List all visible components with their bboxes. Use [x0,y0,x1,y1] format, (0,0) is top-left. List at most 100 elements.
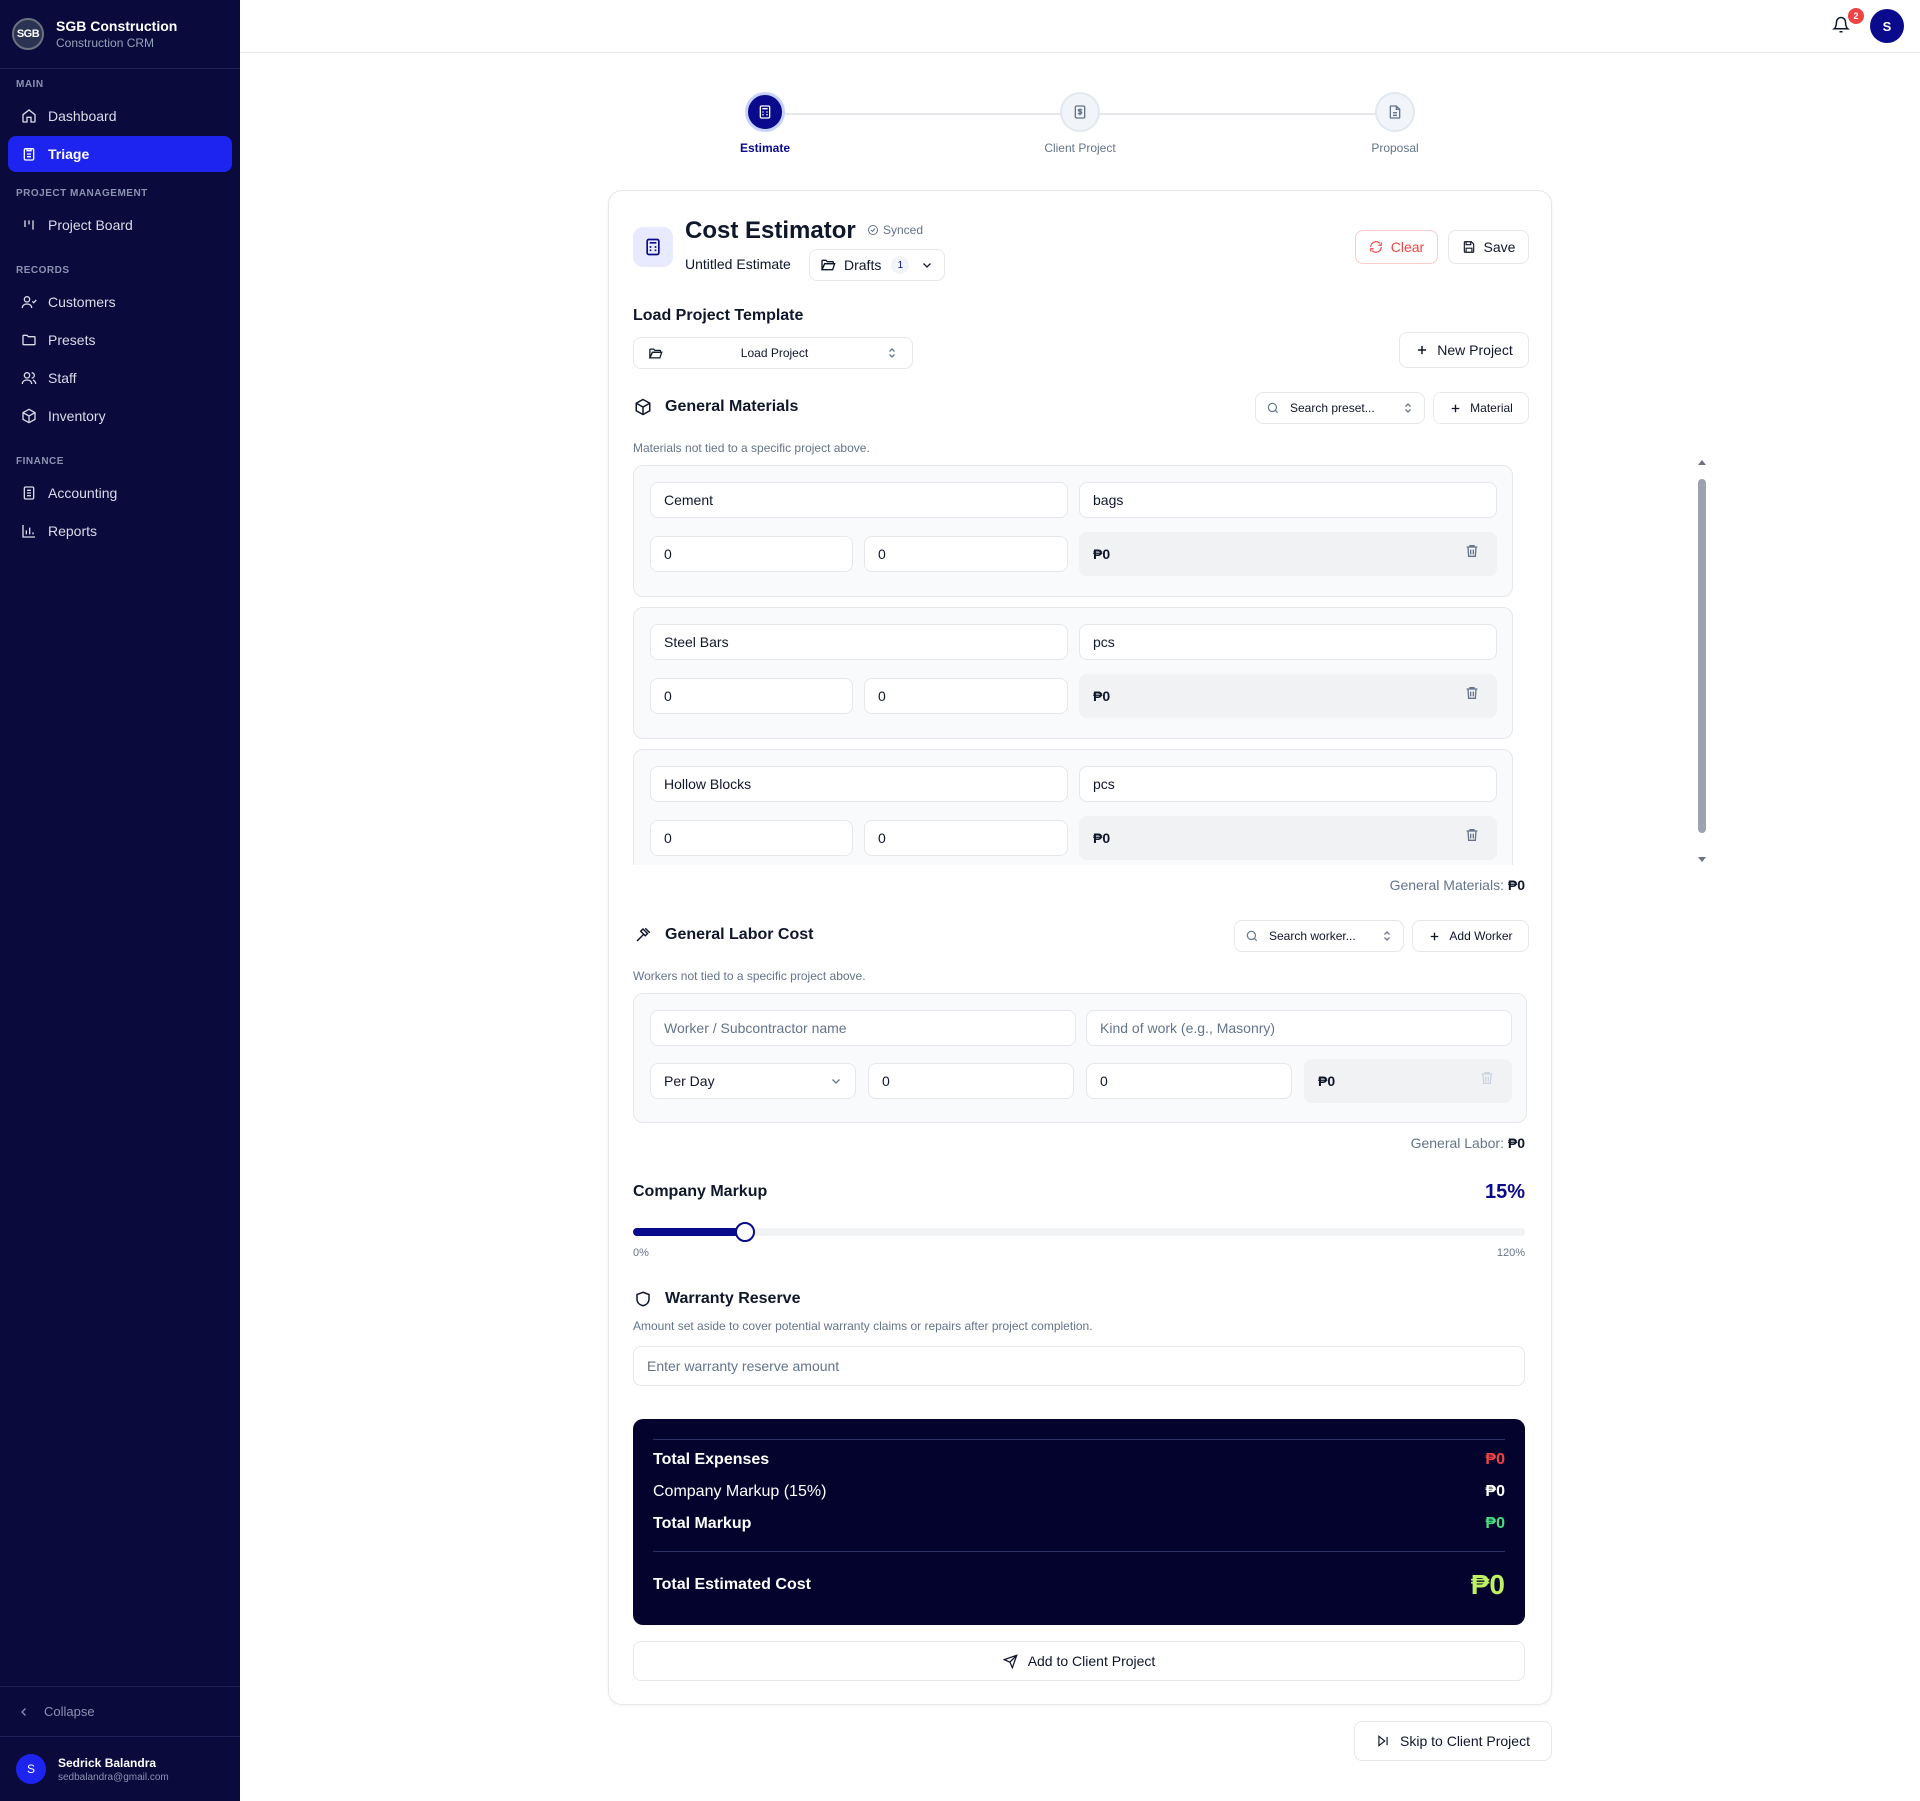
check-circle-icon [867,224,879,236]
box-icon [633,397,653,417]
drafts-count-badge: 1 [891,256,910,274]
material-name-input[interactable]: Cement [650,482,1068,518]
materials-scrollbar[interactable] [1698,460,1706,862]
add-worker-button[interactable]: Add Worker [1412,920,1529,952]
total-estimated-value: ₱0 [1470,1569,1505,1600]
add-material-button[interactable]: Material [1433,392,1529,424]
cost-estimator-card: Cost Estimator Synced Untitled Estimate … [608,190,1706,1705]
shield-icon [633,1289,653,1309]
new-project-label: New Project [1437,342,1513,358]
materials-hint: Materials not tied to a specific project… [633,441,870,455]
sidebar-item-accounting[interactable]: Accounting [8,475,232,511]
markup-slider[interactable] [633,1222,1525,1242]
materials-subtotal-value: ₱0 [1507,877,1525,893]
sidebar: SGB SGB Construction Construction CRM MA… [0,0,240,1801]
folder-icon [21,332,37,348]
collapse-button[interactable]: Collapse [0,1686,240,1736]
sidebar-item-label: Triage [48,146,90,162]
material-qty-input[interactable]: 0 [650,820,853,856]
sidebar-item-triage[interactable]: Triage [8,136,232,172]
add-worker-label: Add Worker [1449,929,1513,943]
trash-icon[interactable] [1464,543,1480,562]
sidebar-item-customers[interactable]: Customers [8,284,232,320]
sidebar-item-inventory[interactable]: Inventory [8,398,232,434]
slider-handle[interactable] [734,1222,755,1242]
material-name-input[interactable]: Steel Bars [650,624,1068,660]
send-icon [1002,1653,1018,1669]
material-unit-input[interactable]: pcs [1079,766,1497,802]
trash-icon[interactable] [1464,685,1480,704]
cost-summary: Total Expenses ₱0 Company Markup (15%) ₱… [633,1419,1525,1625]
save-label: Save [1483,239,1516,255]
brand-subtitle: Construction CRM [56,36,155,50]
kind-of-work-input[interactable]: Kind of work (e.g., Masonry) [1086,1010,1512,1046]
drafts-dropdown[interactable]: Drafts 1 [809,249,945,281]
material-preset-search[interactable]: Search preset... [1255,392,1425,424]
material-unit-input[interactable]: bags [1079,482,1497,518]
add-to-client-label: Add to Client Project [1027,1653,1156,1669]
save-button[interactable]: Save [1448,230,1529,264]
warranty-reserve-input[interactable]: Enter warranty reserve amount [633,1346,1525,1386]
users-icon [21,294,37,310]
avatar[interactable]: S [1870,9,1904,43]
labor-rate-input[interactable]: 0 [868,1063,1074,1099]
warranty-title-label: Warranty Reserve [665,1290,801,1307]
labor-days-input[interactable]: 0 [1086,1063,1292,1099]
company-markup-value: ₱0 [1485,1483,1505,1500]
sidebar-item-label: Inventory [48,408,106,424]
materials-title-label: General Materials [665,398,799,415]
brand[interactable]: SGB SGB Construction Construction CRM [0,0,240,69]
add-to-client-project-button[interactable]: Add to Client Project [633,1641,1525,1681]
material-qty-input[interactable]: 0 [650,678,853,714]
save-icon [1462,240,1476,254]
sidebar-item-staff[interactable]: Staff [8,360,232,396]
plus-icon [1415,343,1429,357]
sidebar-item-label: Reports [48,523,98,539]
material-price-input[interactable]: 0 [864,820,1068,856]
trash-icon[interactable] [1479,1070,1495,1089]
scrollbar-thumb[interactable] [1698,479,1706,833]
search-placeholder: Search worker... [1269,929,1356,943]
labor-subtotal-value: ₱0 [1507,1135,1525,1151]
trash-icon[interactable] [1464,827,1480,846]
brand-logo: SGB [12,18,44,50]
material-name-input[interactable]: Hollow Blocks [650,766,1068,802]
material-price-input[interactable]: 0 [864,678,1068,714]
markup-min-label: 0% [633,1247,649,1259]
summary-row-total-markup: Total Markup ₱0 [653,1515,1505,1533]
labor-subtotal-label: General Labor: [1410,1135,1504,1151]
user-profile[interactable]: S Sedrick Balandra sedbalandra@gmail.com [0,1736,240,1801]
clear-label: Clear [1390,239,1425,255]
sidebar-item-dashboard[interactable]: Dashboard [8,98,232,134]
sidebar-item-project-board[interactable]: Project Board [8,207,232,243]
worker-name-input[interactable]: Worker / Subcontractor name [650,1010,1076,1046]
chevron-left-icon [18,1706,30,1718]
new-project-button[interactable]: New Project [1399,332,1529,368]
total-expenses-label: Total Expenses [653,1451,770,1468]
material-qty-input[interactable]: 0 [650,536,853,572]
worker-search[interactable]: Search worker... [1234,920,1404,952]
scroll-up-arrow-icon[interactable] [1698,460,1706,465]
material-unit-input[interactable]: pcs [1079,624,1497,660]
step-client-project[interactable]: Client Project [1020,92,1140,155]
skip-to-client-project-button[interactable]: Skip to Client Project [1354,1721,1552,1761]
clear-button[interactable]: Clear [1355,230,1438,264]
materials-list: Cement bags 0 0 ₱0 Steel Bars pcs 0 0 ₱0… [633,465,1525,865]
chevrons-up-down-icon [1402,402,1414,414]
rate-type-select[interactable]: Per Day [650,1063,856,1099]
step-proposal[interactable]: Proposal [1335,92,1455,155]
sidebar-item-presets[interactable]: Presets [8,322,232,358]
step-label: Proposal [1371,141,1419,155]
search-icon [1245,929,1259,943]
sidebar-item-reports[interactable]: Reports [8,513,232,549]
scroll-down-arrow-icon[interactable] [1698,857,1706,862]
chevron-down-icon [921,259,933,271]
nav-section-records: RECORDS [16,265,70,276]
step-estimate[interactable]: Estimate [705,92,825,155]
material-price-input[interactable]: 0 [864,536,1068,572]
chevrons-up-down-icon [886,347,898,359]
clipboard-icon [21,146,37,162]
load-project-select[interactable]: Load Project [633,337,913,369]
summary-divider [653,1439,1505,1440]
estimate-name[interactable]: Untitled Estimate [685,256,791,272]
